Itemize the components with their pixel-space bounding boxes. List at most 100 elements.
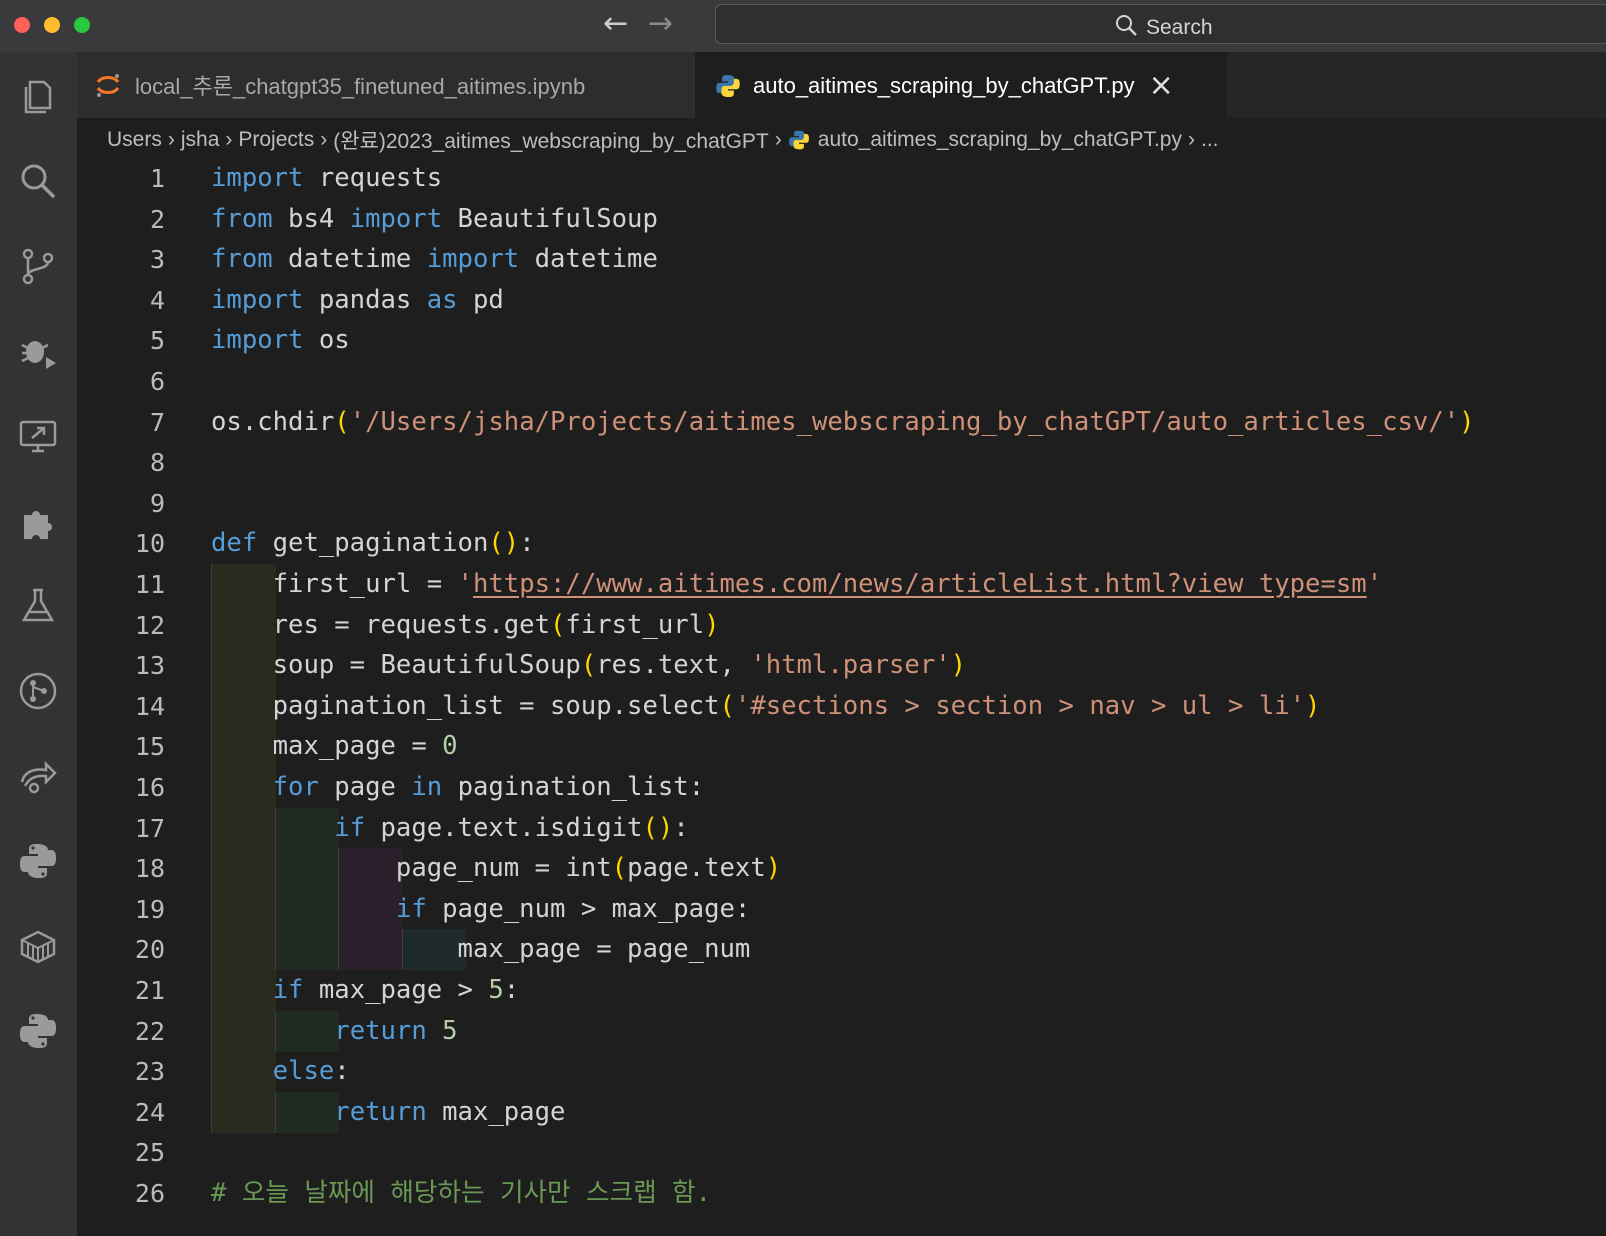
code-editor[interactable]: 1 import requests 2 from bs4 import Beautif…: [77, 158, 1606, 1236]
code-text[interactable]: import requests: [211, 158, 442, 199]
tab-label: local_추론_chatgpt35_finetuned_aitimes.ipy…: [135, 74, 586, 99]
code-line[interactable]: 21 if max_page > 5:: [77, 970, 1606, 1011]
code-line[interactable]: 20 max_page = page_num: [77, 929, 1606, 971]
line-number: 3: [149, 245, 165, 275]
code-line[interactable]: 24 return max_page: [77, 1091, 1606, 1133]
code-line[interactable]: 3 from datetime import datetime: [77, 239, 1606, 280]
line-number: 6: [149, 367, 165, 396]
code-line[interactable]: 2 from bs4 import BeautifulSoup: [77, 199, 1606, 240]
line-number: 13: [134, 651, 165, 681]
breadcrumb-item-folder[interactable]: (완료)2023_aitimes_webscraping_by_chatGPT: [333, 125, 769, 155]
search-icon[interactable]: [16, 159, 60, 203]
python-env-icon[interactable]: [16, 1009, 60, 1053]
python-file-icon: [715, 73, 741, 99]
code-text[interactable]: return max_page: [211, 1092, 565, 1133]
remote-explorer-icon[interactable]: [16, 414, 60, 458]
code-text[interactable]: first_url = 'https://www.aitimes.com/new…: [211, 564, 1382, 605]
jupyter-icon: [95, 72, 121, 98]
chevron-right-icon: ›: [225, 128, 233, 151]
live-share-icon[interactable]: [16, 754, 60, 798]
line-number: 7: [149, 407, 165, 437]
code-line[interactable]: 13 soup = BeautifulSoup(res.text, 'html.…: [77, 645, 1606, 687]
line-number: 11: [134, 570, 165, 599]
code-text[interactable]: from datetime import datetime: [211, 239, 658, 280]
code-line[interactable]: 14 pagination_list = soup.select('#secti…: [77, 685, 1606, 727]
code-text[interactable]: max_page = 0: [211, 726, 458, 767]
code-line[interactable]: 22 return 5: [77, 1010, 1606, 1052]
code-line[interactable]: 8: [77, 442, 1606, 483]
source-control-icon[interactable]: [16, 244, 60, 288]
code-text[interactable]: import os: [211, 320, 350, 361]
code-text[interactable]: import pandas as pd: [211, 280, 504, 321]
minimize-window-button[interactable]: [44, 17, 60, 33]
code-line[interactable]: 5 import os: [77, 320, 1606, 361]
line-number: 2: [149, 204, 165, 234]
code-line[interactable]: 4 import pandas as pd: [77, 280, 1606, 321]
explorer-icon[interactable]: [16, 74, 60, 118]
code-line[interactable]: 6: [77, 361, 1606, 402]
code-line[interactable]: 19 if page_num > max_page:: [77, 888, 1606, 930]
code-line[interactable]: 10 def get_pagination():: [77, 523, 1606, 564]
code-line[interactable]: 12 res = requests.get(first_url): [77, 604, 1606, 646]
close-tab-icon[interactable]: ×: [1149, 70, 1174, 101]
title-bar: ← → Search: [0, 0, 1606, 52]
activity-bar: [0, 52, 77, 1236]
code-text[interactable]: from bs4 import BeautifulSoup: [211, 199, 658, 240]
tab-python-file[interactable]: auto_aitimes_scraping_by_chatGPT.py ×: [695, 52, 1227, 118]
code-text[interactable]: for page in pagination_list:: [211, 767, 704, 808]
code-line[interactable]: 9: [77, 483, 1606, 524]
code-line[interactable]: 16 for page in pagination_list:: [77, 767, 1606, 808]
run-debug-icon[interactable]: [16, 329, 60, 373]
line-number: 18: [134, 854, 165, 884]
breadcrumb-item-symbols[interactable]: ...: [1201, 128, 1219, 152]
docker-icon[interactable]: [16, 924, 60, 968]
chevron-right-icon: ›: [1187, 128, 1195, 151]
breadcrumb-item-jsha[interactable]: jsha: [181, 128, 220, 152]
line-number: 19: [134, 894, 165, 924]
code-text[interactable]: return 5: [211, 1011, 457, 1052]
forward-arrow-icon[interactable]: →: [648, 6, 673, 41]
code-line[interactable]: 17 if page.text.isdigit():: [77, 807, 1606, 849]
testing-icon[interactable]: [16, 584, 60, 628]
line-number: 17: [134, 813, 165, 843]
tab-notebook[interactable]: local_추론_chatgpt35_finetuned_aitimes.ipy…: [77, 52, 695, 118]
code-text[interactable]: res = requests.get(first_url): [211, 605, 720, 646]
code-line[interactable]: 23 else:: [77, 1051, 1606, 1093]
breadcrumb-item-projects[interactable]: Projects: [238, 128, 314, 152]
git-graph-icon[interactable]: [16, 669, 60, 713]
code-text[interactable]: def get_pagination():: [211, 523, 535, 564]
code-text[interactable]: if page_num > max_page:: [211, 889, 750, 930]
code-line[interactable]: 26 # 오늘 날짜에 해당하는 기사만 스크랩 함.: [77, 1173, 1606, 1214]
code-line[interactable]: 7 os.chdir('/Users/jsha/Projects/aitimes_…: [77, 402, 1606, 443]
breadcrumb-item-users[interactable]: Users: [107, 128, 162, 152]
code-line[interactable]: 1 import requests: [77, 158, 1606, 199]
line-number: 5: [149, 326, 165, 356]
code-text[interactable]: max_page = page_num: [211, 929, 751, 970]
code-text[interactable]: pagination_list = soup.select('#sections…: [211, 686, 1321, 727]
line-number: 10: [134, 529, 165, 559]
code-line[interactable]: 15 max_page = 0: [77, 726, 1606, 768]
code-line[interactable]: 18 page_num = int(page.text): [77, 848, 1606, 890]
line-number: 22: [134, 1016, 165, 1046]
breadcrumb: Users › jsha › Projects › (완료)2023_aitim…: [107, 122, 1219, 158]
code-text[interactable]: if page.text.isdigit():: [211, 808, 688, 849]
line-number: 9: [149, 488, 165, 518]
command-center-search[interactable]: Search: [715, 4, 1606, 44]
back-arrow-icon[interactable]: ←: [603, 6, 628, 41]
line-number: 12: [134, 610, 165, 640]
code-line[interactable]: 11 first_url = 'https://www.aitimes.com/…: [77, 564, 1606, 605]
code-text[interactable]: os.chdir('/Users/jsha/Projects/aitimes_w…: [211, 402, 1475, 443]
line-number: 25: [134, 1138, 165, 1168]
extensions-icon[interactable]: [16, 499, 60, 543]
code-line[interactable]: 25: [77, 1132, 1606, 1173]
code-text[interactable]: if max_page > 5:: [211, 970, 520, 1011]
code-text[interactable]: soup = BeautifulSoup(res.text, 'html.par…: [211, 645, 966, 686]
search-icon: [1114, 13, 1138, 43]
close-window-button[interactable]: [14, 17, 30, 33]
python-icon[interactable]: [16, 839, 60, 883]
code-text[interactable]: else:: [211, 1051, 350, 1092]
code-text[interactable]: # 오늘 날짜에 해당하는 기사만 스크랩 함.: [211, 1173, 711, 1214]
maximize-window-button[interactable]: [74, 17, 90, 33]
code-text[interactable]: page_num = int(page.text): [211, 848, 781, 889]
breadcrumb-item-file[interactable]: auto_aitimes_scraping_by_chatGPT.py: [818, 128, 1182, 152]
